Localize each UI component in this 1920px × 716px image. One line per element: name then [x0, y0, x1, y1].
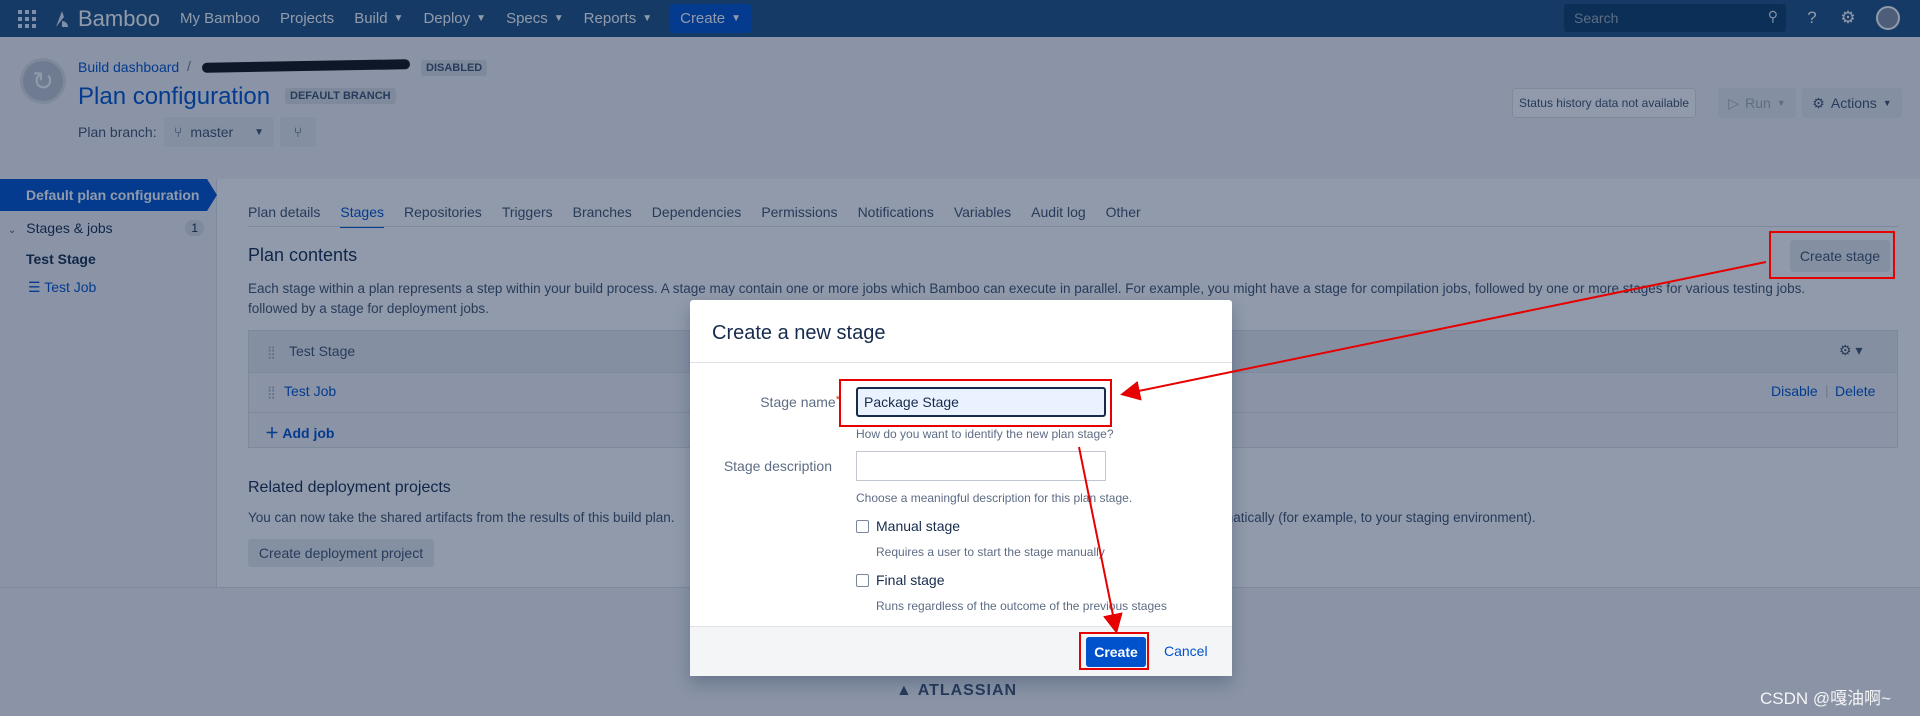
arrow-to-stage-name	[1120, 261, 1767, 401]
arrow-to-create	[1078, 446, 1123, 634]
watermark: CSDN @嘎油啊~	[1760, 689, 1892, 708]
annotation-arrows	[1078, 261, 1767, 634]
